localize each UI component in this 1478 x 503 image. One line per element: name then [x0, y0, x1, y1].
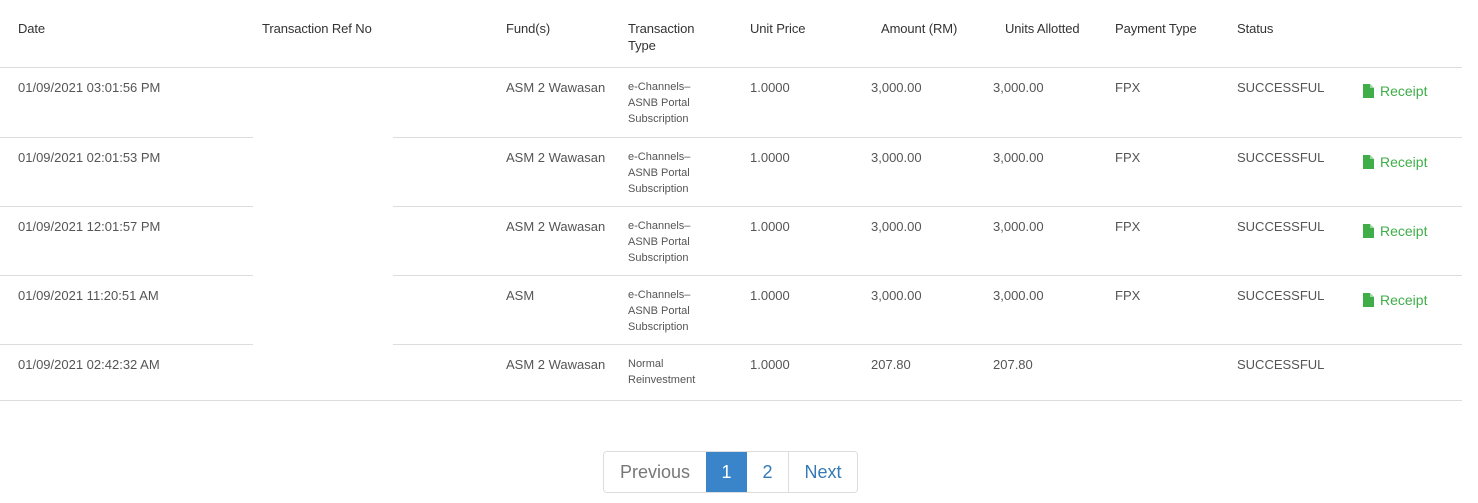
row-units-allotted: 3,000.00: [993, 219, 1044, 234]
header-transaction-ref: Transaction Ref No: [262, 21, 372, 36]
header-transaction-type: Transaction Type: [628, 21, 695, 53]
row-payment-type: FPX: [1115, 150, 1141, 165]
header-payment-type: Payment Type: [1115, 21, 1197, 36]
pagination: Previous 1 2 Next: [603, 451, 858, 493]
row-units-allotted: 3,000.00: [993, 150, 1044, 165]
row-date: 01/09/2021 03:01:56 PM: [18, 80, 161, 95]
file-icon: [1363, 84, 1374, 98]
row-status: SUCCESSFUL: [1237, 80, 1325, 95]
table-bottom-border: [0, 400, 1462, 401]
row-unit-price: 1.0000: [750, 219, 790, 234]
file-icon: [1363, 293, 1374, 307]
row-transaction-type: e-Channels–ASNB Portal Subscription: [628, 81, 691, 125]
row-status: SUCCESSFUL: [1237, 357, 1325, 372]
row-fund: ASM 2 Wawasan: [506, 219, 606, 234]
row-amount: 207.80: [871, 357, 911, 372]
file-icon: [1363, 155, 1374, 169]
row-units-allotted: 3,000.00: [993, 80, 1044, 95]
header-units-allotted: Units Allotted: [1005, 21, 1080, 36]
row-units-allotted: 3,000.00: [993, 288, 1044, 303]
table-row: 01/09/2021 11:20:51 AM ASM e-Channels–AS…: [0, 276, 1462, 344]
row-fund: ASM 2 Wawasan: [506, 80, 606, 95]
row-transaction-type: e-Channels–ASNB Portal Subscription: [628, 220, 691, 264]
header-funds: Fund(s): [506, 21, 551, 36]
row-fund: ASM 2 Wawasan: [506, 150, 606, 165]
receipt-link[interactable]: Receipt: [1363, 223, 1427, 239]
row-status: SUCCESSFUL: [1237, 219, 1325, 234]
receipt-label: Receipt: [1380, 223, 1428, 239]
row-date: 01/09/2021 02:01:53 PM: [18, 150, 161, 165]
header-status: Status: [1237, 21, 1274, 36]
receipt-link[interactable]: Receipt: [1363, 292, 1427, 308]
receipt-label: Receipt: [1380, 83, 1428, 99]
row-amount: 3,000.00: [871, 219, 922, 234]
row-date: 01/09/2021 02:42:32 AM: [18, 357, 160, 372]
page-1-button[interactable]: 1: [706, 452, 747, 492]
receipt-link[interactable]: Receipt: [1363, 83, 1427, 99]
row-amount: 3,000.00: [871, 150, 922, 165]
receipt-link[interactable]: Receipt: [1363, 154, 1427, 170]
row-unit-price: 1.0000: [750, 80, 790, 95]
row-status: SUCCESSFUL: [1237, 288, 1325, 303]
table-row: 01/09/2021 02:01:53 PM ASM 2 Wawasan e-C…: [0, 138, 1462, 206]
page-2-button[interactable]: 2: [747, 452, 788, 492]
row-transaction-type: Normal Reinvestment: [628, 358, 696, 386]
file-icon: [1363, 224, 1374, 238]
receipt-label: Receipt: [1380, 154, 1428, 170]
row-date: 01/09/2021 11:20:51 AM: [18, 288, 159, 303]
table-header: Date Transaction Ref No Fund(s) Transact…: [0, 0, 1462, 68]
header-unit-price: Unit Price: [750, 21, 806, 36]
row-payment-type: FPX: [1115, 80, 1141, 95]
row-amount: 3,000.00: [871, 288, 922, 303]
row-transaction-type: e-Channels–ASNB Portal Subscription: [628, 289, 691, 333]
row-unit-price: 1.0000: [750, 150, 790, 165]
row-payment-type: FPX: [1115, 219, 1141, 234]
table-row: 01/09/2021 03:01:56 PM ASM 2 Wawasan e-C…: [0, 68, 1462, 137]
row-transaction-type: e-Channels–ASNB Portal Subscription: [628, 151, 691, 195]
row-payment-type: FPX: [1115, 288, 1141, 303]
next-page-button[interactable]: Next: [788, 452, 857, 492]
row-units-allotted: 207.80: [993, 357, 1033, 372]
row-amount: 3,000.00: [871, 80, 922, 95]
row-fund: ASM: [506, 288, 535, 303]
previous-page-button[interactable]: Previous: [604, 452, 706, 492]
row-date: 01/09/2021 12:01:57 PM: [18, 219, 161, 234]
receipt-label: Receipt: [1380, 292, 1428, 308]
row-fund: ASM 2 Wawasan: [506, 357, 606, 372]
table-row: 01/09/2021 12:01:57 PM ASM 2 Wawasan e-C…: [0, 207, 1462, 275]
header-date: Date: [18, 21, 46, 36]
row-status: SUCCESSFUL: [1237, 150, 1325, 165]
row-unit-price: 1.0000: [750, 288, 790, 303]
table-row: 01/09/2021 02:42:32 AM ASM 2 Wawasan Nor…: [0, 345, 1462, 400]
row-unit-price: 1.0000: [750, 357, 790, 372]
header-amount: Amount (RM): [881, 21, 958, 36]
